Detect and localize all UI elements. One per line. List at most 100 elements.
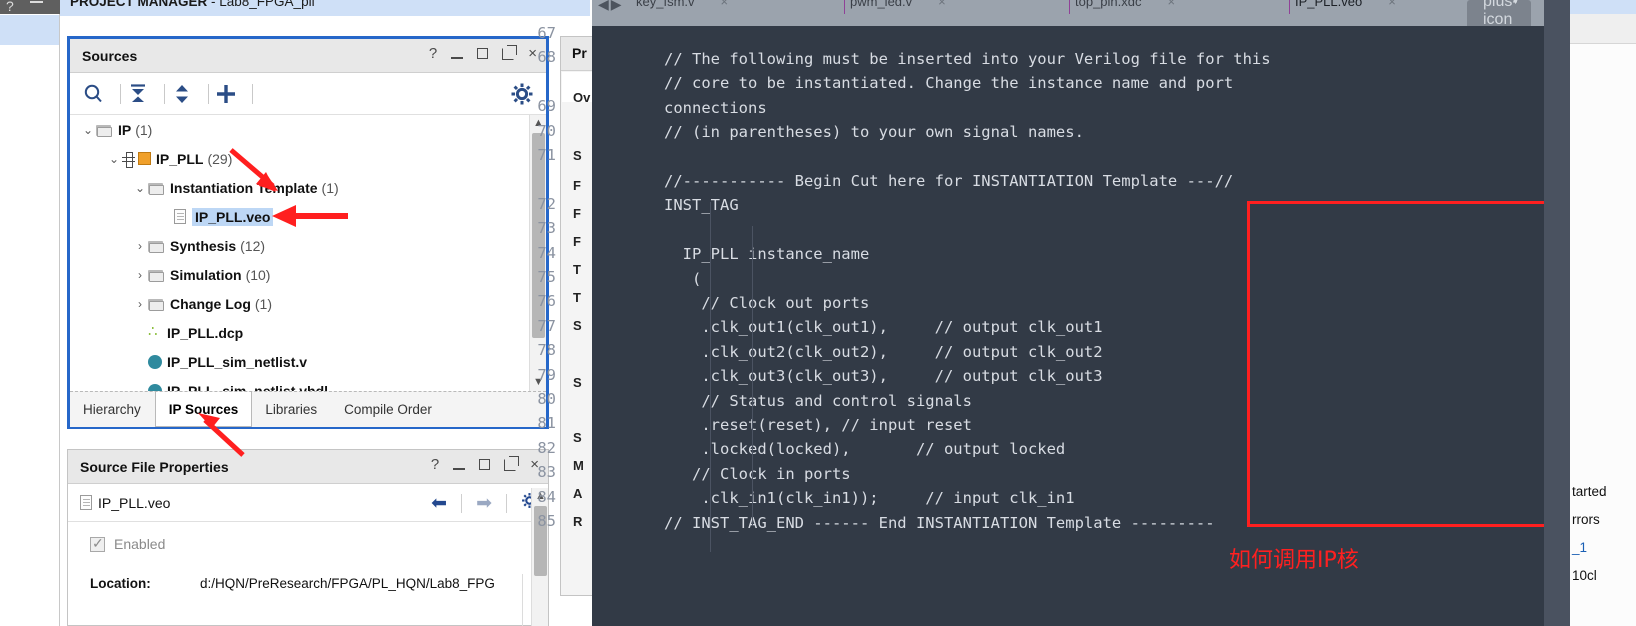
tree-item-ip[interactable]: ⌄ IP (1) bbox=[70, 115, 546, 144]
right-fragment-link[interactable]: _1 bbox=[1572, 540, 1587, 555]
right-fragment-started: tarted bbox=[1572, 484, 1607, 499]
twisty-icon[interactable]: › bbox=[132, 239, 148, 253]
sources-panel: Sources ? × ⌄ IP (1) ⌄ IP_PLL (29) ⌄ Ins… bbox=[67, 36, 549, 429]
editor-code-area[interactable]: // The following must be inserted into y… bbox=[654, 26, 1544, 626]
occluded-fragment-2: F bbox=[573, 178, 581, 193]
minimize-icon[interactable] bbox=[30, 1, 43, 3]
project-manager-label: PROJECT MANAGER bbox=[70, 0, 208, 9]
twisty-icon[interactable]: ⌄ bbox=[132, 181, 148, 195]
sfp-scrollbar[interactable]: ▲ bbox=[531, 488, 548, 626]
occluded-fragment-4: F bbox=[573, 234, 581, 249]
tree-item-simulation[interactable]: › Simulation (10) bbox=[70, 260, 546, 289]
twisty-icon[interactable]: › bbox=[132, 297, 148, 311]
tab-label: IP Sources bbox=[168, 401, 239, 417]
twisty-icon[interactable]: › bbox=[132, 268, 148, 282]
code-line: ( bbox=[664, 269, 702, 288]
tree-item-synthesis[interactable]: › Synthesis (12) bbox=[70, 231, 546, 260]
tree-item-change-log[interactable]: › Change Log (1) bbox=[70, 289, 546, 318]
occluded-fragment-11: A bbox=[573, 486, 583, 501]
indent-guide-1 bbox=[710, 202, 711, 552]
tree-item-ip-pll-sim-netlist-v[interactable]: IP_PLL_sim_netlist.v bbox=[70, 347, 546, 376]
line-number: 69 bbox=[537, 97, 556, 116]
sfp-nav-controls: ⬅ ➡ bbox=[431, 492, 538, 514]
help-icon[interactable]: ? bbox=[6, 0, 14, 14]
minimize-icon[interactable] bbox=[451, 56, 464, 59]
tree-item-ip-pll-veo[interactable]: IP_PLL.veo bbox=[70, 202, 546, 231]
sfp-file-name: IP_PLL.veo bbox=[98, 494, 171, 511]
help-icon[interactable]: ? bbox=[429, 46, 437, 61]
sfp-body: Enabled Location: d:/HQN/PreResearch/FPG… bbox=[68, 522, 548, 626]
far-left-strip bbox=[0, 0, 60, 626]
collapse-all-icon[interactable] bbox=[126, 82, 152, 106]
tree-rows-container: ⌄ IP (1) ⌄ IP_PLL (29) ⌄ Instantiation Template… bbox=[70, 115, 546, 391]
chevron-down-icon[interactable]: ▼ bbox=[1509, 0, 1522, 7]
document-icon bbox=[174, 209, 186, 224]
editor-right-edge bbox=[1544, 0, 1570, 626]
tree-item-ip-pll-sim-netlist-vhdl[interactable]: IP_PLL_sim_netlist.vhdl bbox=[70, 376, 546, 391]
maximize-icon[interactable] bbox=[479, 459, 491, 470]
tree-item-instantiation-template[interactable]: ⌄ Instantiation Template (1) bbox=[70, 173, 546, 202]
code-line: // (in parentheses) to your own signal n… bbox=[664, 123, 1084, 142]
help-icon[interactable]: ? bbox=[431, 457, 439, 472]
enabled-checkbox[interactable] bbox=[90, 535, 105, 552]
tree-item-label: IP_PLL.veo bbox=[192, 207, 274, 226]
code-line: .clk_out1(clk_out1), // output clk_out1 bbox=[664, 318, 1103, 337]
right-fragment-errors: rrors bbox=[1572, 512, 1600, 527]
code-line: IP_PLL instance_name bbox=[664, 245, 870, 264]
tab-hierarchy[interactable]: Hierarchy bbox=[70, 392, 155, 427]
minimize-icon[interactable] bbox=[453, 467, 466, 470]
float-icon[interactable] bbox=[504, 455, 520, 471]
close-icon[interactable]: × bbox=[1168, 0, 1176, 9]
maximize-icon[interactable] bbox=[477, 48, 489, 59]
search-icon[interactable] bbox=[82, 82, 108, 106]
code-line: // INST_TAG_END ------ End INSTANTIATION… bbox=[664, 513, 1215, 532]
line-number: 82 bbox=[537, 438, 556, 457]
gear-icon[interactable] bbox=[510, 82, 536, 106]
forward-arrow-icon[interactable]: ➡ bbox=[476, 494, 492, 513]
float-icon[interactable] bbox=[502, 44, 518, 60]
close-icon[interactable]: × bbox=[721, 0, 729, 9]
enabled-row[interactable]: Enabled bbox=[68, 535, 548, 552]
location-label: Location: bbox=[90, 576, 151, 591]
tree-item-label: IP bbox=[118, 121, 132, 138]
tab-ip-sources[interactable]: IP Sources bbox=[154, 392, 253, 427]
ip-core-icon bbox=[138, 152, 151, 165]
location-row: Location: d:/HQN/PreResearch/FPGA/PL_HQN… bbox=[68, 576, 548, 591]
ip-pin-icon bbox=[122, 151, 135, 168]
occluded-fragment-8: S bbox=[573, 375, 582, 390]
twisty-icon[interactable]: ⌄ bbox=[106, 152, 122, 166]
line-number: 78 bbox=[537, 341, 556, 360]
tab-libraries[interactable]: Libraries bbox=[252, 392, 331, 427]
close-icon[interactable]: × bbox=[1388, 0, 1396, 9]
tab-compile-order[interactable]: Compile Order bbox=[331, 392, 446, 427]
close-icon[interactable]: × bbox=[938, 0, 946, 9]
occluded-fragment-5: T bbox=[573, 262, 581, 277]
editor-tab-label: top_pin.xdc bbox=[1075, 0, 1142, 9]
close-icon[interactable]: × bbox=[528, 46, 537, 61]
editor-tab-label: IP_PLL.veo bbox=[1295, 0, 1363, 9]
editor-tab-key-fsm-v[interactable]: key_fsm.v × bbox=[636, 0, 728, 9]
occluded-fragment-12: R bbox=[573, 514, 583, 529]
editor-tab-ip-pll-veo[interactable]: IP_PLL.veo × bbox=[1295, 0, 1396, 9]
occluded-fragment-9: S bbox=[573, 430, 582, 445]
back-arrow-icon[interactable]: ⬅ bbox=[431, 494, 447, 513]
expand-collapse-icon[interactable] bbox=[170, 82, 196, 106]
sources-tab-strip[interactable]: Hierarchy IP Sources Libraries Compile Orde… bbox=[70, 391, 546, 427]
line-number: 77 bbox=[537, 316, 556, 335]
plus-icon[interactable] bbox=[214, 82, 240, 106]
twisty-icon[interactable]: ⌄ bbox=[80, 123, 96, 137]
editor-tab-pwm-led-v[interactable]: pwm_led.v × bbox=[850, 0, 946, 9]
tree-item-ip-pll-dcp[interactable]: IP_PLL.dcp bbox=[70, 318, 546, 347]
left-strip-selected-row[interactable] bbox=[0, 15, 59, 45]
toolbar-separator-2 bbox=[164, 84, 165, 104]
editor-tab-bar: ◀▶ key_fsm.v × pwm_led.v × top_pin.xdc × IP_PL… bbox=[592, 0, 1544, 28]
occluded-panel-title-fragment: Pr bbox=[572, 45, 587, 61]
line-number: 79 bbox=[537, 365, 556, 384]
sources-panel-title: Sources bbox=[82, 48, 138, 64]
tree-item-ip-pll[interactable]: ⌄ IP_PLL (29) bbox=[70, 144, 546, 173]
editor-tab-top-pin-xdc[interactable]: top_pin.xdc × bbox=[1075, 0, 1175, 9]
sources-tree[interactable]: ⌄ IP (1) ⌄ IP_PLL (29) ⌄ Instantiation Template… bbox=[70, 115, 546, 391]
tab-label: Hierarchy bbox=[83, 402, 141, 417]
sources-panel-controls: ? × bbox=[429, 44, 537, 61]
editor-nav-arrows[interactable]: ◀▶ bbox=[598, 0, 624, 13]
